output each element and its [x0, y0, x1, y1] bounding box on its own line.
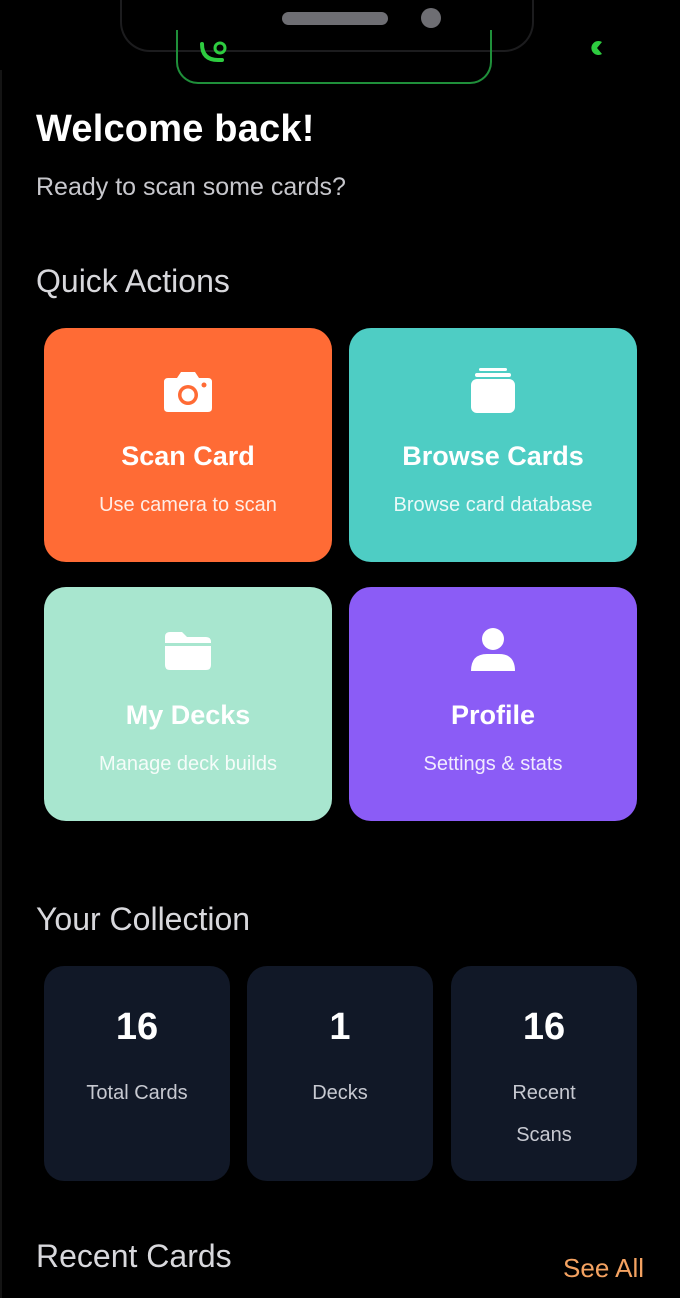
camera-indicator-icon [591, 41, 602, 55]
collection-heading: Your Collection [36, 901, 251, 937]
welcome-subtitle: Ready to scan some cards? [36, 173, 346, 201]
scan-card-button[interactable]: Scan Card Use camera to scan [44, 328, 332, 562]
decks-stat[interactable]: 1 Decks [247, 966, 433, 1181]
home-screen: Welcome back! Ready to scan some cards? … [0, 0, 680, 1298]
recent-scans-label: Recent Scans [512, 1082, 576, 1146]
folder-icon [165, 632, 211, 670]
camera-icon [164, 372, 212, 412]
profile-button[interactable]: Profile Settings & stats [349, 587, 637, 821]
screen-edge [0, 70, 2, 1298]
total-cards-stat[interactable]: 16 Total Cards [44, 966, 230, 1181]
recent-scans-value: 16 [522, 1006, 566, 1048]
browse-cards-button[interactable]: Browse Cards Browse card database [349, 328, 637, 562]
welcome-title: Welcome back! [36, 108, 315, 150]
my-decks-button[interactable]: My Decks Manage deck builds [44, 587, 332, 821]
card-stack-icon [471, 368, 515, 413]
profile-subtitle: Settings & stats [423, 753, 563, 775]
quick-actions-heading: Quick Actions [36, 263, 230, 299]
decks-value: 1 [329, 1006, 351, 1048]
scan-card-title: Scan Card [121, 441, 255, 471]
my-decks-subtitle: Manage deck builds [99, 753, 277, 775]
recent-scans-stat[interactable]: 16 Recent Scans [451, 966, 637, 1181]
profile-title: Profile [450, 700, 536, 730]
camera-dot [421, 8, 441, 28]
total-cards-value: 16 [115, 1006, 159, 1048]
see-all-link[interactable]: See All [563, 1253, 644, 1284]
browse-cards-title: Browse Cards [402, 441, 584, 471]
camera-pill [282, 12, 388, 25]
person-icon [471, 628, 515, 671]
browse-cards-subtitle: Browse card database [393, 494, 593, 516]
decks-label: Decks [312, 1082, 368, 1104]
my-decks-title: My Decks [125, 700, 251, 730]
total-cards-label: Total Cards [86, 1082, 188, 1104]
recent-cards-heading: Recent Cards [36, 1238, 232, 1274]
phone-call-icon [200, 41, 227, 62]
scan-card-subtitle: Use camera to scan [99, 494, 277, 516]
